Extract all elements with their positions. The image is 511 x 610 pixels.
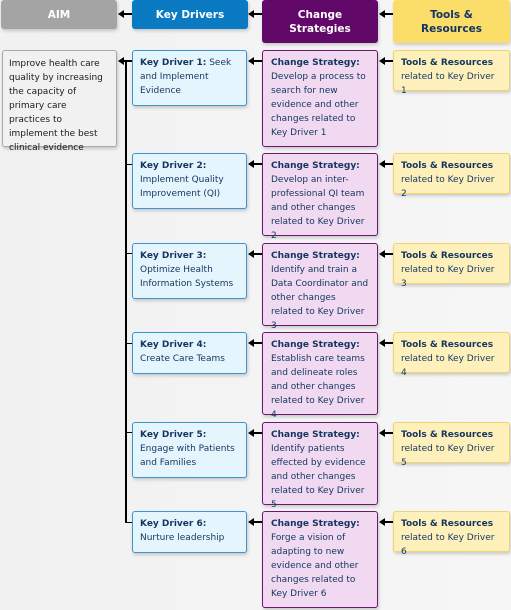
- change-strategy-box: Change Strategy: Forge a vision of adapti…: [262, 511, 378, 608]
- tools-text: related to Key Driver 6: [401, 533, 495, 557]
- connector-line: [253, 432, 262, 434]
- connector-line: [384, 521, 393, 523]
- tools-text: related to Key Driver 5: [401, 444, 495, 468]
- change-strategy-box: Change Strategy: Establish care teams and…: [262, 332, 378, 420]
- change-strategy-text: Establish care teams and delineate roles…: [271, 354, 365, 420]
- change-strategy-box: Change Strategy: Develop a process to sea…: [262, 50, 378, 147]
- tools-label: Tools & Resources: [401, 340, 494, 350]
- key-driver-text: Implement Quality Improvement (QI): [140, 175, 224, 199]
- tools-resources-box: Tools & Resources related to Key Driver 4: [393, 332, 510, 378]
- tools-label: Tools & Resources: [401, 251, 494, 261]
- key-driver-text: Nurture leadership: [140, 533, 225, 543]
- tools-resources-box: Tools & Resources related to Key Driver 3: [393, 243, 510, 289]
- change-strategy-label: Change Strategy:: [271, 519, 360, 529]
- connector-line: [125, 253, 132, 254]
- tools-text: related to Key Driver 3: [401, 265, 495, 289]
- connector-line: [253, 253, 262, 255]
- key-driver-box: Key Driver 1: Seek and Implement Evidenc…: [132, 50, 247, 106]
- connector-line: [253, 521, 262, 523]
- key-driver-label: Key Driver 2:: [140, 161, 207, 171]
- aim-header: AIM: [1, 0, 117, 29]
- change-strategy-text: Forge a vision of adapting to new eviden…: [271, 533, 359, 599]
- key-driver-box: Key Driver 6: Nurture leadership: [132, 511, 247, 553]
- tools-resources-header-label: Tools & Resources: [421, 8, 482, 35]
- change-strategy-label: Change Strategy:: [271, 430, 360, 440]
- change-strategies-header-label: Change Strategies: [289, 8, 351, 35]
- connector-line: [384, 13, 393, 15]
- tools-label: Tools & Resources: [401, 161, 494, 171]
- tools-resources-box: Tools & Resources related to Key Driver 2: [393, 153, 510, 199]
- key-driver-text: Optimize Health Information Systems: [140, 265, 234, 289]
- change-strategy-box: Change Strategy: Develop an inter-profess…: [262, 153, 378, 241]
- connector-line: [253, 342, 262, 344]
- tools-resources-header: Tools & Resources: [393, 0, 510, 43]
- tools-label: Tools & Resources: [401, 519, 494, 529]
- connector-line: [253, 60, 262, 62]
- connector-line: [384, 253, 393, 255]
- key-driver-label: Key Driver 6:: [140, 519, 207, 529]
- tools-text: related to Key Driver 1: [401, 72, 495, 96]
- connector-line: [384, 432, 393, 434]
- connector-line: [384, 60, 393, 62]
- connector-line: [125, 522, 132, 523]
- connector-line: [384, 342, 393, 344]
- change-strategy-text: Develop an inter-professional QI team an…: [271, 175, 365, 241]
- connector-line: [125, 432, 132, 433]
- key-driver-label: Key Driver 4:: [140, 340, 207, 350]
- connector-line: [125, 343, 132, 344]
- change-strategy-label: Change Strategy:: [271, 251, 360, 261]
- connector-line: [123, 13, 132, 15]
- change-strategy-label: Change Strategy:: [271, 161, 360, 171]
- change-strategy-label: Change Strategy:: [271, 340, 360, 350]
- tools-label: Tools & Resources: [401, 430, 494, 440]
- key-driver-text: Create Care Teams: [140, 354, 225, 364]
- change-strategy-text: Identify patients effected by evidence a…: [271, 444, 366, 510]
- tools-label: Tools & Resources: [401, 58, 494, 68]
- key-driver-box: Key Driver 2: Implement Quality Improveme…: [132, 153, 247, 209]
- connector-line: [125, 164, 132, 165]
- key-driver-box: Key Driver 3: Optimize Health Information…: [132, 243, 247, 299]
- change-strategies-header: Change Strategies: [262, 0, 378, 43]
- vertical-connector-line: [125, 60, 127, 523]
- aim-statement: Improve health care quality by increasin…: [2, 50, 117, 153]
- key-driver-label: Key Driver 3:: [140, 251, 207, 261]
- key-driver-text: Engage with Patients and Families: [140, 444, 235, 468]
- tools-text: related to Key Driver 4: [401, 354, 495, 378]
- change-strategy-box: Change Strategy: Identify patients effect…: [262, 422, 378, 510]
- change-strategy-text: Identify and train a Data Coordinator an…: [271, 265, 369, 331]
- tools-text: related to Key Driver 2: [401, 175, 495, 199]
- tools-resources-box: Tools & Resources related to Key Driver 6: [393, 511, 510, 557]
- key-drivers-header: Key Drivers: [132, 0, 248, 29]
- connector-line: [253, 13, 262, 15]
- tools-resources-box: Tools & Resources related to Key Driver 5: [393, 422, 510, 468]
- change-strategy-text: Develop a process to search for new evid…: [271, 72, 366, 138]
- key-driver-label: Key Driver 1:: [140, 58, 207, 68]
- change-strategy-label: Change Strategy:: [271, 58, 360, 68]
- tools-resources-box: Tools & Resources related to Key Driver 1: [393, 50, 510, 96]
- key-driver-label: Key Driver 5:: [140, 430, 207, 440]
- change-strategy-box: Change Strategy: Identify and train a Dat…: [262, 243, 378, 331]
- connector-line: [384, 163, 393, 165]
- connector-line: [253, 163, 262, 165]
- key-driver-box: Key Driver 5: Engage with Patients and Fa…: [132, 422, 247, 478]
- key-driver-box: Key Driver 4: Create Care Teams: [132, 332, 247, 374]
